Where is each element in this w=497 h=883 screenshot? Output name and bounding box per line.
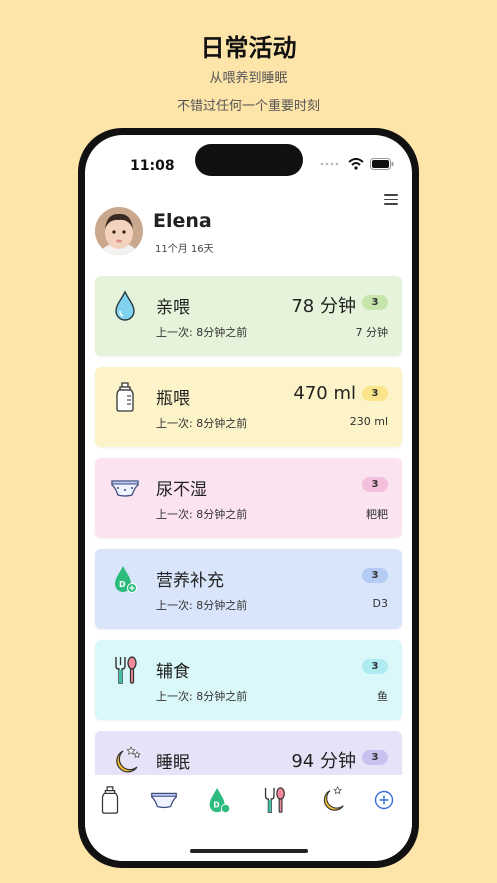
count-badge: 3: [362, 568, 388, 583]
last-time: 上一次: 8分钟之前: [156, 599, 248, 612]
baby-age: 11个月 16天: [155, 244, 214, 255]
moon-stars-icon: [116, 746, 141, 773]
last-time: 上一次: 8分钟之前: [156, 508, 248, 521]
utensils-icon: [115, 656, 137, 684]
phone-frame: 11:08 Elena 11个月 16天 亲喂 78 分钟 3 上一次: 8分钟…: [78, 128, 419, 868]
baby-bottle-icon: [116, 382, 134, 412]
dynamic-island: [195, 144, 303, 176]
card-solid-food[interactable]: 辅食 3 上一次: 8分钟之前 鱼: [95, 640, 402, 720]
home-indicator: [190, 849, 308, 853]
card-title: 睡眠: [156, 753, 190, 773]
card-value: 78 分钟: [291, 296, 356, 317]
baby-bottle-icon[interactable]: [95, 785, 125, 815]
promo-title: 日常活动: [200, 34, 297, 62]
status-icons: [320, 158, 394, 170]
count-badge: 3: [362, 295, 388, 310]
svg-text:D: D: [119, 580, 126, 589]
count-badge: 3: [362, 477, 388, 492]
count-badge: 3: [362, 659, 388, 674]
last-time: 上一次: 8分钟之前: [156, 690, 248, 703]
app-screen: 11:08 Elena 11个月 16天 亲喂 78 分钟 3 上一次: 8分钟…: [85, 135, 412, 861]
card-title: 营养补充: [156, 571, 224, 591]
cellular-signal-icon: [320, 162, 339, 166]
baby-name: Elena: [153, 210, 212, 232]
card-bottle[interactable]: 瓶喂 470 ml 3 上一次: 8分钟之前 230 ml: [95, 367, 402, 447]
status-time: 11:08: [130, 158, 175, 174]
utensils-icon[interactable]: [259, 785, 289, 815]
count-badge: 3: [362, 386, 388, 401]
avatar[interactable]: [95, 207, 143, 255]
card-detail: 粑粑: [366, 508, 388, 521]
moon-stars-icon[interactable]: [317, 785, 347, 815]
card-diaper[interactable]: 尿不湿 3 上一次: 8分钟之前 粑粑: [95, 458, 402, 538]
promo-line-1: 从喂养到睡眠: [209, 71, 288, 86]
vitamin-d-icon[interactable]: D: [204, 785, 234, 815]
vitamin-d-icon: D: [115, 566, 137, 593]
card-detail: 鱼: [377, 690, 388, 703]
menu-icon[interactable]: [384, 194, 398, 206]
card-title: 瓶喂: [156, 389, 190, 409]
card-title: 辅食: [156, 662, 190, 682]
card-title: 亲喂: [156, 298, 190, 318]
card-title: 尿不湿: [156, 480, 207, 500]
diaper-icon[interactable]: [149, 785, 179, 815]
tab-bar: D: [85, 775, 412, 861]
card-supplement[interactable]: D 营养补充 3 上一次: 8分钟之前 D3: [95, 549, 402, 629]
battery-icon: [370, 158, 394, 170]
card-value: 470 ml: [293, 383, 356, 404]
card-detail: 7 分钟: [355, 326, 389, 339]
svg-text:D: D: [213, 801, 219, 810]
diaper-icon: [111, 480, 139, 497]
card-detail: D3: [372, 597, 388, 610]
card-detail: 230 ml: [349, 415, 388, 428]
last-time: 上一次: 8分钟之前: [156, 326, 248, 339]
water-drop-icon: [115, 290, 135, 321]
count-badge: 3: [362, 750, 388, 765]
card-value: 94 分钟: [291, 751, 356, 772]
promo-line-2: 不错过任何一个重要时刻: [176, 99, 320, 114]
add-circle-icon[interactable]: [374, 790, 394, 810]
wifi-icon: [348, 158, 364, 170]
card-breastfeed[interactable]: 亲喂 78 分钟 3 上一次: 8分钟之前 7 分钟: [95, 276, 402, 356]
last-time: 上一次: 8分钟之前: [156, 417, 248, 430]
